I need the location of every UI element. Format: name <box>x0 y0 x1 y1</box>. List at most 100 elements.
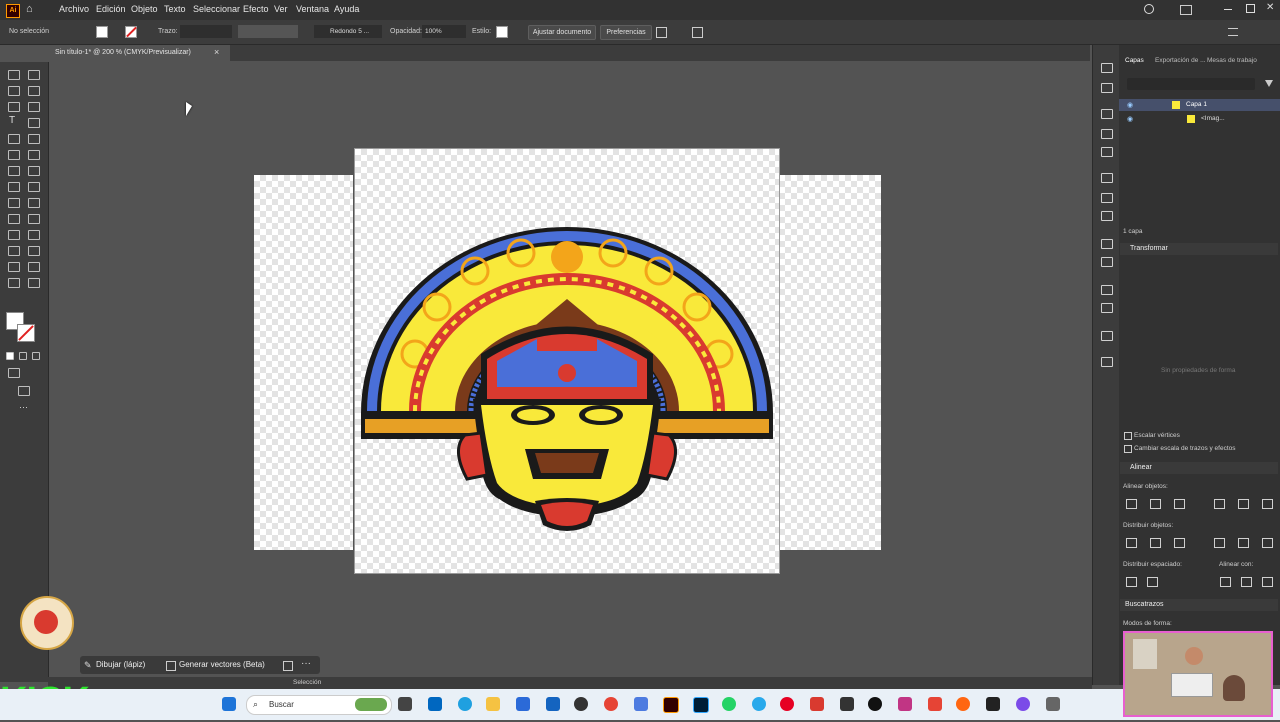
copilot-icon[interactable] <box>634 697 648 711</box>
paintbrush-icon[interactable] <box>28 134 40 144</box>
task-view-icon[interactable] <box>398 697 412 711</box>
whatsapp-icon[interactable] <box>722 697 736 711</box>
asset-export-icon[interactable] <box>1101 357 1113 367</box>
libraries-icon[interactable] <box>1101 83 1113 93</box>
draw-pencil-button[interactable]: Dibujar (lápiz) <box>96 660 145 669</box>
filter-icon[interactable] <box>1265 80 1273 87</box>
arrange-icon[interactable] <box>656 27 667 38</box>
line-tool-icon[interactable] <box>28 118 40 128</box>
slice-tool-icon[interactable] <box>28 246 40 256</box>
selection-tool-icon[interactable] <box>8 70 20 80</box>
pathfinder-icon[interactable] <box>1101 303 1113 313</box>
minimize-icon[interactable] <box>1224 9 1232 10</box>
mesh-tool-icon[interactable] <box>8 214 20 224</box>
generate-vectors-button[interactable]: Generar vectores (Beta) <box>179 660 265 669</box>
stroke-color-icon[interactable] <box>17 324 35 342</box>
align-to-selection-icon[interactable] <box>1220 577 1231 587</box>
layer-row[interactable]: ◉ Capa 1 <box>1119 99 1280 111</box>
align-bottom-icon[interactable] <box>1262 499 1273 509</box>
distribute-left-icon[interactable] <box>1214 538 1225 548</box>
maximize-icon[interactable] <box>1246 4 1255 13</box>
distribute-bottom-icon[interactable] <box>1174 538 1185 548</box>
obs-icon[interactable] <box>1016 697 1030 711</box>
distribute-top-icon[interactable] <box>1126 538 1137 548</box>
pinterest-icon[interactable] <box>780 697 794 711</box>
capcut-icon[interactable] <box>986 697 1000 711</box>
opacity-field[interactable]: 100% <box>422 25 466 38</box>
properties-icon[interactable] <box>1101 63 1113 73</box>
start-icon[interactable] <box>222 697 236 711</box>
preferences-button[interactable]: Preferencias <box>600 25 652 40</box>
zoom-tool-icon[interactable] <box>28 278 40 288</box>
perspective-grid-icon[interactable] <box>28 198 40 208</box>
menu-ayuda[interactable]: Ayuda <box>334 4 359 14</box>
swatches-icon[interactable] <box>1101 109 1113 119</box>
app-icon[interactable] <box>928 697 942 711</box>
direct-selection-tool-icon[interactable] <box>28 70 40 80</box>
transform-panel-icon[interactable] <box>1101 331 1113 341</box>
align-middle-icon[interactable] <box>1238 499 1249 509</box>
edge-icon[interactable] <box>458 697 472 711</box>
align-panel-header[interactable]: Alinear <box>1120 462 1278 474</box>
mail-icon[interactable] <box>516 697 530 711</box>
scale-corners-checkbox[interactable] <box>1124 432 1132 440</box>
distribute-right-icon[interactable] <box>1262 538 1273 548</box>
tab-layers[interactable]: Capas <box>1125 57 1144 64</box>
tab-asset-export[interactable]: Exportación de ... <box>1155 57 1206 64</box>
free-transform-icon[interactable] <box>28 182 40 192</box>
pin-icon[interactable] <box>283 661 293 671</box>
color-mode-icon[interactable] <box>6 352 14 360</box>
layer-name[interactable]: Capa 1 <box>1186 101 1207 108</box>
eraser-icon[interactable] <box>28 150 40 160</box>
transform-icon[interactable] <box>692 27 703 38</box>
sublayer-row[interactable]: ◉ <Imag... <box>1119 113 1280 125</box>
column-graph-icon[interactable] <box>8 262 20 272</box>
more-options-icon[interactable]: ··· <box>301 658 311 669</box>
firefox-icon[interactable] <box>956 697 970 711</box>
illustrator-taskbar-icon[interactable] <box>663 697 679 713</box>
align-top-icon[interactable] <box>1214 499 1225 509</box>
transparency-icon[interactable] <box>1101 211 1113 221</box>
type-tool-icon[interactable]: T <box>9 115 15 126</box>
tray-icon[interactable] <box>1046 697 1060 711</box>
rotate-tool-icon[interactable] <box>8 166 20 176</box>
pathfinder-panel-header[interactable]: Buscatrazos <box>1120 599 1278 611</box>
fill-swatch[interactable] <box>96 26 108 38</box>
search-icon[interactable] <box>1144 4 1154 14</box>
rectangle-tool-icon[interactable] <box>8 134 20 144</box>
draw-mode-icon[interactable] <box>8 368 20 378</box>
visibility-eye-icon[interactable]: ◉ <box>1127 101 1133 109</box>
close-tab-icon[interactable]: × <box>214 47 219 57</box>
telegram-icon[interactable] <box>752 697 766 711</box>
shaper-tool-icon[interactable] <box>8 150 20 160</box>
style-swatch[interactable] <box>496 26 508 38</box>
file-explorer-icon[interactable] <box>486 697 500 711</box>
align-left-icon[interactable] <box>1126 499 1137 509</box>
tab-artboards[interactable]: Mesas de trabajo <box>1207 57 1257 64</box>
object-name[interactable]: <Imag... <box>1201 115 1225 122</box>
photoshop-taskbar-icon[interactable] <box>693 697 709 713</box>
store-icon[interactable] <box>428 697 442 711</box>
gradient-tool-icon[interactable] <box>28 214 40 224</box>
document-tab[interactable]: Sin título-1* @ 200 % (CMYK/Previsualiza… <box>50 45 230 61</box>
wps-icon[interactable] <box>810 697 824 711</box>
fit-document-button[interactable]: Ajustar documento <box>528 25 596 40</box>
hand-tool-icon[interactable] <box>8 278 20 288</box>
menu-edicion[interactable]: Edición <box>96 4 126 14</box>
blend-tool-icon[interactable] <box>28 230 40 240</box>
variable-width-field[interactable] <box>238 25 298 38</box>
workspace-icon[interactable] <box>1180 5 1192 15</box>
menu-seleccionar[interactable]: Seleccionar <box>193 4 240 14</box>
distribute-vcenter-icon[interactable] <box>1150 538 1161 548</box>
symbols-icon[interactable] <box>1101 147 1113 157</box>
github-icon[interactable] <box>574 697 588 711</box>
more-tools-icon[interactable]: ··· <box>19 402 28 412</box>
align-to-artboard-icon[interactable] <box>1262 577 1273 587</box>
symbol-sprayer-icon[interactable] <box>8 246 20 256</box>
scale-tool-icon[interactable] <box>28 166 40 176</box>
layers-search-field[interactable] <box>1127 78 1255 90</box>
tiktok-icon[interactable] <box>868 697 882 711</box>
chrome-icon[interactable] <box>604 697 618 711</box>
visibility-eye-icon[interactable]: ◉ <box>1127 115 1133 123</box>
align-right-icon[interactable] <box>1174 499 1185 509</box>
